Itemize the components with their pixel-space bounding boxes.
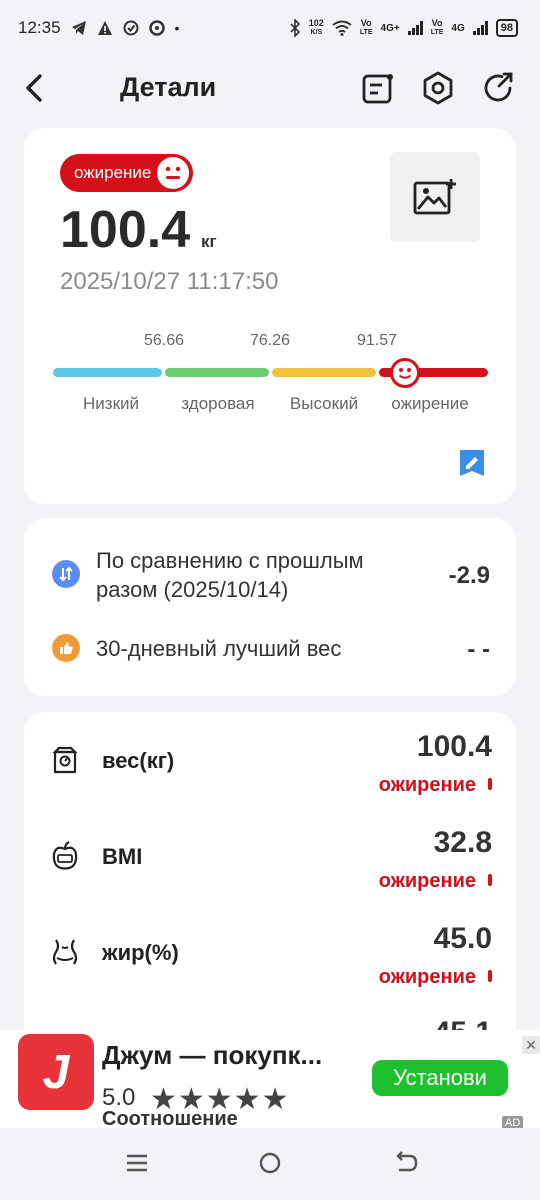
thumbs-up-icon <box>52 634 80 662</box>
weight-value: 100.4 <box>60 201 191 259</box>
comparison-row <box>52 560 80 588</box>
metric-name: BMI <box>102 844 143 869</box>
ad-app-logo: J <box>18 1034 94 1110</box>
weight-unit: кг <box>201 232 217 251</box>
bluetooth-icon <box>290 19 300 37</box>
report-icon[interactable] <box>360 70 396 106</box>
recent-apps-icon[interactable] <box>122 1148 152 1178</box>
more-notifications-dot: • <box>174 20 180 36</box>
status-badge: ожирение <box>60 154 194 192</box>
previous-difference-value: -2.9 <box>448 562 490 589</box>
bmi-icon <box>52 841 78 870</box>
volte-2: Vo LTE <box>431 18 444 38</box>
metric-value: 100.4 <box>416 730 492 763</box>
metric-value: 32.8 <box>433 826 492 859</box>
add-image-icon <box>413 179 456 215</box>
warning-icon <box>97 21 112 35</box>
threshold-healthy: 76.26 <box>249 332 291 349</box>
ad-install-button[interactable]: Установи <box>372 1060 508 1096</box>
back-arrow-icon[interactable] <box>22 70 50 106</box>
previous-comparison-label: По сравнению с прошлым разом (2025/10/14… <box>96 546 364 604</box>
metric-name: вес(кг) <box>102 748 175 773</box>
compare-arrows-icon <box>52 560 80 588</box>
vo-label: Vo <box>360 18 372 28</box>
status-indicator-dot <box>488 874 492 886</box>
ad-close-icon[interactable]: ✕ <box>522 1036 540 1054</box>
signal-1-icon <box>407 21 423 35</box>
ad-app-name: Джум — покупк... <box>102 1040 323 1070</box>
metric-status: ожирение <box>378 966 476 988</box>
network-type-2: 4G <box>451 22 465 34</box>
waist-icon <box>52 939 78 965</box>
best-weight-row <box>52 634 80 662</box>
metric-row-fat[interactable]: жир(%) 45.0 ожирение <box>24 904 516 1000</box>
metric-row-bmi[interactable]: BMI 32.8 ожирение <box>24 808 516 904</box>
check-circle-icon <box>123 20 139 36</box>
range-label-low: Низкий <box>83 394 139 413</box>
status-badge-label: ожирение <box>74 163 152 182</box>
vo-label: Vo <box>431 18 443 28</box>
measurement-datetime: 2025/10/27 11:17:50 <box>60 268 279 295</box>
threshold-high: 91.57 <box>356 332 398 349</box>
signal-2-icon <box>472 21 488 35</box>
speed-unit: K/S <box>310 29 323 36</box>
lte-label: LTE <box>359 29 373 36</box>
range-bar-healthy <box>165 368 269 377</box>
metric-name: жир(%) <box>102 940 179 965</box>
lte-label: LTE <box>430 29 444 36</box>
range-bar-high <box>272 368 376 377</box>
back-nav-icon[interactable] <box>390 1148 420 1178</box>
telegram-icon <box>71 21 86 35</box>
previous-comparison-line1: По сравнению с прошлым <box>96 548 364 573</box>
range-bar-low <box>53 368 162 377</box>
best-weight-label: 30-дневный лучший вес <box>96 636 342 661</box>
range-label-high: Высокий <box>289 394 359 413</box>
share-refresh-icon[interactable] <box>480 70 516 106</box>
scale-icon <box>52 746 78 774</box>
status-indicator-dot <box>488 970 492 982</box>
best-weight-value: - - <box>467 636 490 663</box>
page-title: Детали <box>120 72 217 102</box>
range-label-obese: ожирение <box>391 394 469 413</box>
comparison-card: По сравнению с прошлым разом (2025/10/14… <box>24 518 516 696</box>
metric-status: ожирение <box>378 870 476 892</box>
volte-1: Vo LTE <box>360 18 373 38</box>
metric-value: 45.0 <box>433 922 492 955</box>
app-notification-icon <box>148 20 165 36</box>
network-speed: 102 K/S <box>309 18 324 38</box>
system-nav-bar <box>0 1128 540 1200</box>
current-value-marker <box>390 358 420 388</box>
metric-row-weight[interactable]: вес(кг) 100.4 ожирение <box>24 712 516 808</box>
summary-card: ожирение 100.4 кг 2025/10/27 11:17:50 56… <box>24 128 516 504</box>
neutral-face-icon <box>157 157 190 189</box>
edit-note-icon[interactable] <box>458 448 486 478</box>
metric-status: ожирение <box>378 774 476 796</box>
network-type-1: 4G+ <box>380 22 400 34</box>
add-photo-button[interactable] <box>390 152 480 242</box>
wifi-icon <box>332 20 352 36</box>
ad-banner[interactable]: J Джум — покупк... 5.0 ★★★★★ Соотношение… <box>0 1030 540 1130</box>
status-time: 12:35 <box>18 18 61 37</box>
threshold-low: 56.66 <box>143 332 185 349</box>
settings-hexagon-icon[interactable] <box>420 70 456 106</box>
status-bar: 12:35 • 102 K/S Vo LTE 4G+ Vo LTE 4G 98 <box>0 0 540 56</box>
speed-value: 102 <box>308 18 324 28</box>
previous-comparison-line2: разом (2025/10/14) <box>96 577 289 602</box>
home-icon[interactable] <box>255 1148 285 1178</box>
app-header: Детали <box>0 56 540 120</box>
battery-indicator: 98 <box>495 19 518 37</box>
status-indicator-dot <box>488 778 492 790</box>
range-label-healthy: здоровая <box>181 394 255 413</box>
